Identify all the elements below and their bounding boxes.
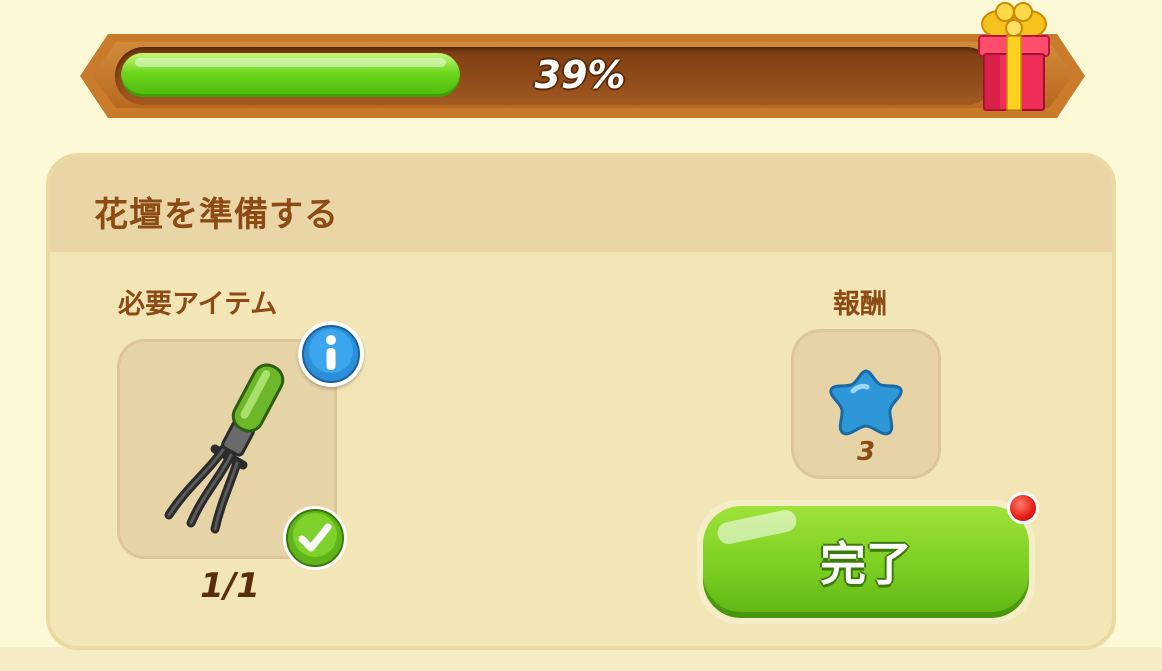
required-items-label: 必要アイテム [118,289,278,320]
required-item-count: 1/1 [200,566,260,606]
progress-bar-fill [121,53,460,97]
info-icon[interactable] [298,321,364,387]
game-screen: 39% 花壇を準備する 必要アイテム 1/1 報酬 3 完了 [0,0,1162,671]
progress-percent-label: 39% [534,53,626,97]
check-icon [283,506,347,570]
task-card-header: 花壇を準備する [50,157,1112,252]
bottom-strip [0,647,1162,671]
reward-amount: 3 [856,437,876,467]
complete-button[interactable]: 完了 [697,500,1035,624]
complete-button-label: 完了 [820,537,912,591]
reward-label: 報酬 [833,289,887,320]
gift-box-icon[interactable] [975,2,1053,114]
task-title: 花壇を準備する [94,195,339,235]
notification-dot [1007,492,1039,524]
